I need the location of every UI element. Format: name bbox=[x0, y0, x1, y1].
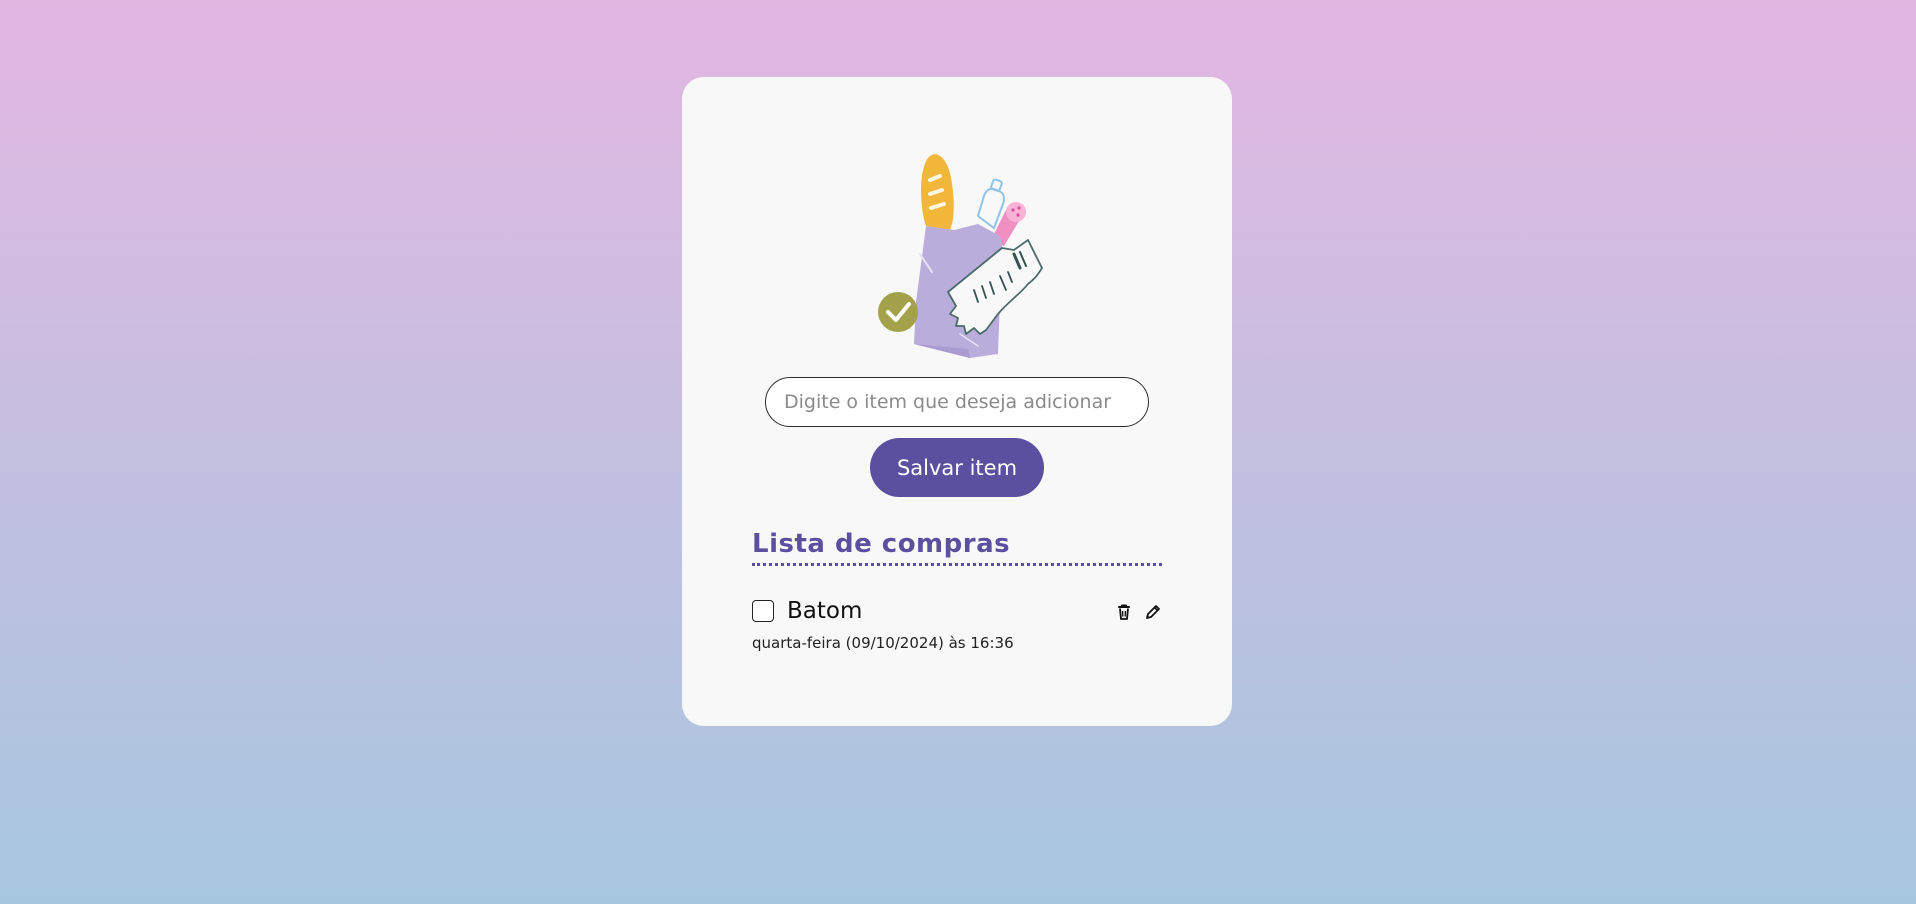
item-checkbox[interactable] bbox=[752, 600, 774, 622]
list-title: Lista de compras bbox=[752, 529, 1162, 566]
trash-icon[interactable] bbox=[1114, 602, 1134, 622]
item-name: Batom bbox=[787, 598, 863, 624]
water-bottle-icon bbox=[976, 178, 1005, 230]
item-input[interactable] bbox=[765, 377, 1149, 427]
check-badge-icon bbox=[878, 292, 918, 332]
shopping-list-card: Salvar item Lista de compras Batom quart… bbox=[682, 77, 1232, 726]
save-item-button[interactable]: Salvar item bbox=[870, 438, 1044, 497]
pencil-icon[interactable] bbox=[1143, 602, 1163, 622]
item-date: quarta-feira (09/10/2024) às 16:36 bbox=[752, 634, 1014, 652]
grocery-bag-illustration bbox=[878, 144, 1068, 364]
list-item: Batom quarta-feira (09/10/2024) às 16:36 bbox=[752, 598, 1163, 660]
bread-icon bbox=[921, 154, 954, 230]
